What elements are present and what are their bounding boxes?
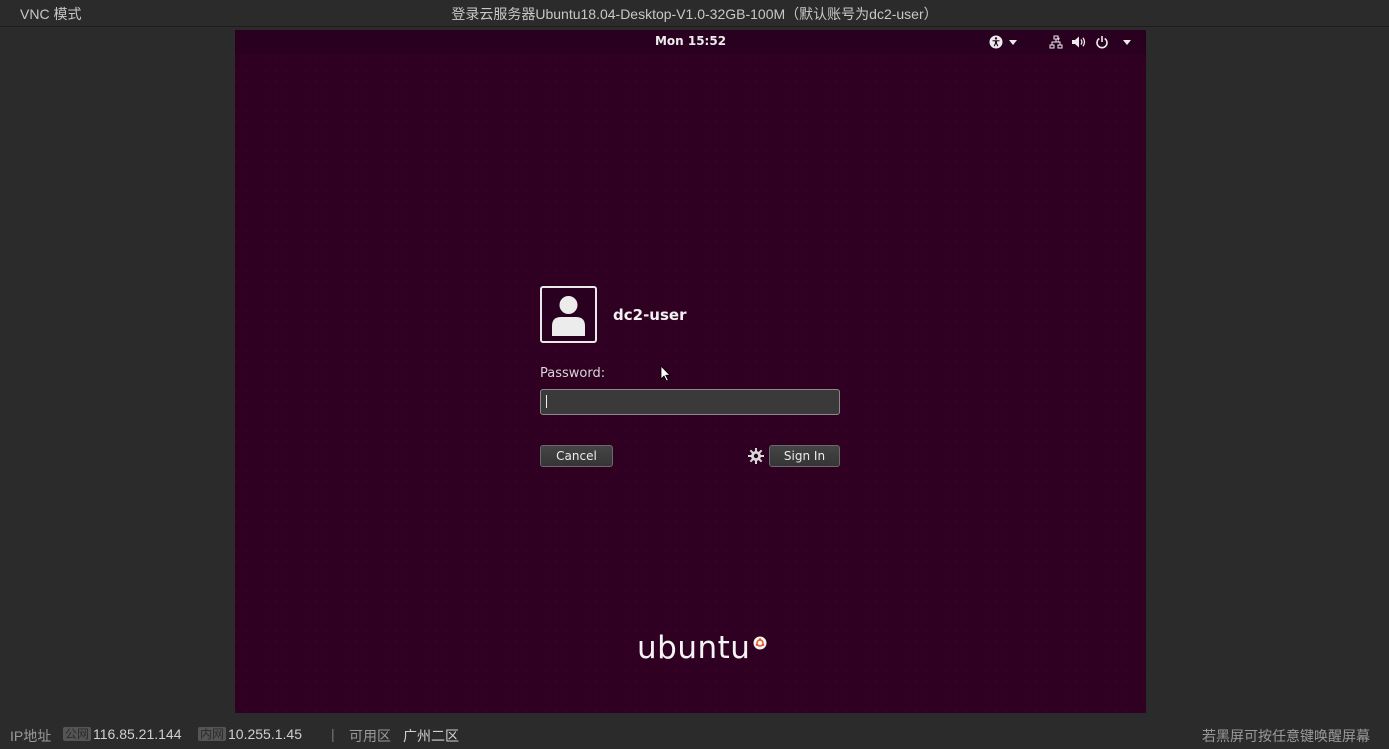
accessibility-icon — [989, 35, 1003, 49]
chevron-down-icon — [1009, 39, 1017, 45]
private-ip-value: 10.255.1.45 — [228, 726, 302, 742]
wake-hint: 若黑屏可按任意键唤醒屏幕 — [1202, 728, 1370, 744]
password-label: Password: — [540, 366, 606, 381]
cancel-button[interactable]: Cancel — [540, 445, 613, 467]
password-field-wrapper — [540, 389, 840, 415]
power-icon — [1096, 36, 1108, 49]
circle-of-friends-icon — [753, 636, 767, 650]
private-ip-tag: 内网 — [198, 727, 227, 741]
system-menu[interactable]: ? — [1049, 30, 1131, 54]
avatar — [540, 286, 597, 343]
password-input[interactable] — [540, 389, 840, 415]
svg-text:?: ? — [1057, 38, 1060, 44]
zone-value: 广州二区 — [403, 728, 459, 744]
remote-desktop[interactable]: Mon 15:52 ? dc2-user Password: Cancel Si… — [235, 30, 1146, 713]
user-icon — [552, 296, 585, 336]
network-icon: ? — [1049, 35, 1063, 49]
chevron-down-icon — [1123, 39, 1131, 45]
volume-icon — [1072, 36, 1086, 48]
mouse-pointer-icon — [660, 365, 671, 382]
divider: | — [331, 726, 335, 742]
public-ip-tag: 公网 — [63, 727, 92, 741]
public-ip-group: 公网 116.85.21.144 — [63, 726, 182, 742]
text-caret — [546, 395, 547, 408]
vnc-title-bar: VNC 模式 登录云服务器Ubuntu18.04-Desktop-V1.0-32… — [0, 0, 1389, 27]
public-ip-value: 116.85.21.144 — [93, 726, 182, 742]
sign-in-button[interactable]: Sign In — [769, 445, 840, 467]
gear-icon[interactable] — [747, 447, 765, 465]
window-title: 登录云服务器Ubuntu18.04-Desktop-V1.0-32GB-100M… — [451, 6, 938, 22]
ip-label: IP地址 — [10, 728, 52, 744]
zone-label: 可用区 — [349, 728, 391, 744]
private-ip-group: 内网 10.255.1.45 — [198, 726, 302, 742]
gnome-top-bar: Mon 15:52 ? — [235, 30, 1146, 54]
ubuntu-wordmark: ubuntu — [637, 630, 751, 666]
ubuntu-logo: ubuntu — [637, 630, 767, 666]
vnc-status-bar: IP地址 公网 116.85.21.144 内网 10.255.1.45 | 可用区… — [0, 720, 1389, 749]
username: dc2-user — [613, 306, 687, 324]
accessibility-menu[interactable] — [989, 30, 1017, 54]
